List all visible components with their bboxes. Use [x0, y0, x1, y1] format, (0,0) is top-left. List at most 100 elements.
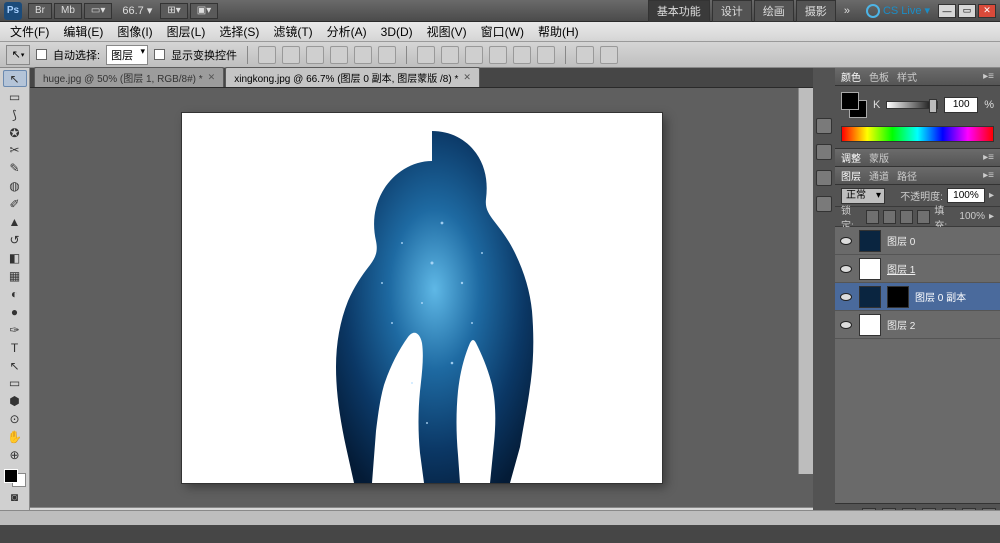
workspace-photography[interactable]: 摄影	[796, 0, 836, 22]
tab-channels[interactable]: 通道	[869, 168, 889, 183]
distribute-icon[interactable]	[537, 46, 555, 64]
tab-layers[interactable]: 图层	[841, 168, 861, 183]
menu-3d[interactable]: 3D(D)	[375, 23, 419, 41]
window-minimize-button[interactable]: ―	[938, 4, 956, 18]
eyedropper-tool[interactable]: ✎	[3, 160, 27, 177]
auto-select-mode[interactable]: 图层	[106, 45, 148, 65]
lock-all-icon[interactable]	[917, 210, 930, 224]
hand-tool[interactable]: ✋	[3, 429, 27, 446]
3d-tool[interactable]: ⬢	[3, 393, 27, 410]
distribute-icon[interactable]	[441, 46, 459, 64]
auto-select-checkbox[interactable]	[36, 49, 47, 60]
pen-tool[interactable]: ✑	[3, 321, 27, 338]
opacity-arrow-icon[interactable]: ▸	[989, 190, 994, 201]
gradient-tool[interactable]: ▦	[3, 267, 27, 284]
layer-row[interactable]: 图层 0	[835, 227, 1000, 255]
tab-swatches[interactable]: 色板	[869, 69, 889, 84]
blur-tool[interactable]: ◐	[3, 285, 27, 302]
quick-mask-toggle[interactable]: ◙	[3, 488, 27, 505]
fill-input[interactable]: 100%	[959, 211, 985, 222]
vertical-scrollbar[interactable]	[798, 88, 813, 474]
document-tab-xingkong[interactable]: xingkong.jpg @ 66.7% (图层 0 副本, 图层蒙版 /8) …	[225, 67, 480, 87]
blend-mode-select[interactable]: 正常	[841, 188, 885, 204]
auto-align-icon[interactable]	[600, 46, 618, 64]
menu-view[interactable]: 视图(V)	[421, 21, 473, 42]
window-close-button[interactable]: ✕	[978, 4, 996, 18]
lock-pixels-icon[interactable]	[883, 210, 896, 224]
menu-window[interactable]: 窗口(W)	[475, 21, 530, 42]
crop-tool[interactable]: ✂	[3, 142, 27, 159]
workspace-painting[interactable]: 绘画	[754, 0, 794, 22]
distribute-icon[interactable]	[513, 46, 531, 64]
healing-tool[interactable]: ◍	[3, 178, 27, 195]
menu-layer[interactable]: 图层(L)	[161, 21, 212, 42]
view-extras-button[interactable]: ⊞▾	[160, 3, 187, 19]
visibility-toggle-icon[interactable]	[839, 234, 853, 248]
layer-thumb[interactable]	[859, 314, 881, 336]
layer-thumb[interactable]	[859, 286, 881, 308]
layer-name[interactable]: 图层 2	[887, 317, 915, 332]
document-tab-huge[interactable]: huge.jpg @ 50% (图层 1, RGB/8#) *✕	[34, 67, 224, 87]
workspace-design[interactable]: 设计	[712, 0, 752, 22]
layer-row[interactable]: 图层 1	[835, 255, 1000, 283]
layer-name[interactable]: 图层 1	[887, 261, 915, 276]
canvas-viewport[interactable]	[30, 88, 813, 507]
layer-thumb[interactable]	[859, 230, 881, 252]
visibility-toggle-icon[interactable]	[839, 262, 853, 276]
path-select-tool[interactable]: ↖	[3, 357, 27, 374]
align-icon[interactable]	[282, 46, 300, 64]
tab-styles[interactable]: 样式	[897, 69, 917, 84]
menu-file[interactable]: 文件(F)	[4, 21, 55, 42]
move-tool[interactable]: ↖	[3, 70, 27, 87]
zoom-tool[interactable]: ⊕	[3, 447, 27, 464]
layer-row[interactable]: 图层 0 副本	[835, 283, 1000, 311]
quick-select-tool[interactable]: ✪	[3, 124, 27, 141]
move-tool-icon[interactable]: ↖▾	[6, 45, 30, 65]
panel-icon[interactable]	[816, 196, 832, 212]
close-tab-icon[interactable]: ✕	[463, 72, 471, 83]
menu-image[interactable]: 图像(I)	[111, 21, 158, 42]
panel-menu-icon[interactable]: ▸≡	[983, 71, 994, 82]
tab-adjustments[interactable]: 调整	[841, 150, 861, 165]
brush-tool[interactable]: ✐	[3, 196, 27, 213]
tab-paths[interactable]: 路径	[897, 168, 917, 183]
shape-tool[interactable]: ▭	[3, 375, 27, 392]
align-icon[interactable]	[330, 46, 348, 64]
lock-position-icon[interactable]	[900, 210, 913, 224]
lock-transparency-icon[interactable]	[866, 210, 879, 224]
tab-masks[interactable]: 蒙版	[869, 150, 889, 165]
show-transform-checkbox[interactable]	[154, 49, 165, 60]
minibridge-button[interactable]: Mb	[54, 3, 82, 19]
spectrum-bar[interactable]	[841, 126, 994, 142]
layer-mask-thumb[interactable]	[887, 286, 909, 308]
fill-arrow-icon[interactable]: ▸	[989, 211, 994, 222]
layer-name[interactable]: 图层 0 副本	[915, 289, 966, 304]
panel-icon[interactable]	[816, 144, 832, 160]
dodge-tool[interactable]: ●	[3, 303, 27, 320]
3d-camera-tool[interactable]: ⊙	[3, 411, 27, 428]
arrange-button[interactable]: ▣▾	[190, 3, 218, 19]
zoom-readout[interactable]: 66.7 ▾	[122, 4, 152, 17]
canvas[interactable]	[182, 113, 662, 483]
workspace-more[interactable]: »	[844, 5, 850, 17]
align-icon[interactable]	[258, 46, 276, 64]
window-maximize-button[interactable]: ▭	[958, 4, 976, 18]
layer-name[interactable]: 图层 0	[887, 233, 915, 248]
color-swatch[interactable]	[4, 469, 26, 488]
eraser-tool[interactable]: ◧	[3, 250, 27, 267]
k-slider[interactable]	[886, 101, 938, 109]
horizontal-scrollbar[interactable]	[0, 510, 1000, 525]
menu-filter[interactable]: 滤镜(T)	[267, 21, 318, 42]
screen-mode-button[interactable]: ▭▾	[84, 3, 112, 19]
menu-help[interactable]: 帮助(H)	[532, 21, 585, 42]
panel-icon[interactable]	[816, 170, 832, 186]
layer-thumb[interactable]	[859, 258, 881, 280]
align-icon[interactable]	[378, 46, 396, 64]
close-tab-icon[interactable]: ✕	[208, 72, 216, 83]
panel-menu-icon[interactable]: ▸≡	[983, 152, 994, 163]
color-swatch[interactable]	[841, 92, 867, 118]
auto-align-icon[interactable]	[576, 46, 594, 64]
history-brush-tool[interactable]: ↺	[3, 232, 27, 249]
stamp-tool[interactable]: ▲	[3, 214, 27, 231]
menu-edit[interactable]: 编辑(E)	[57, 21, 109, 42]
